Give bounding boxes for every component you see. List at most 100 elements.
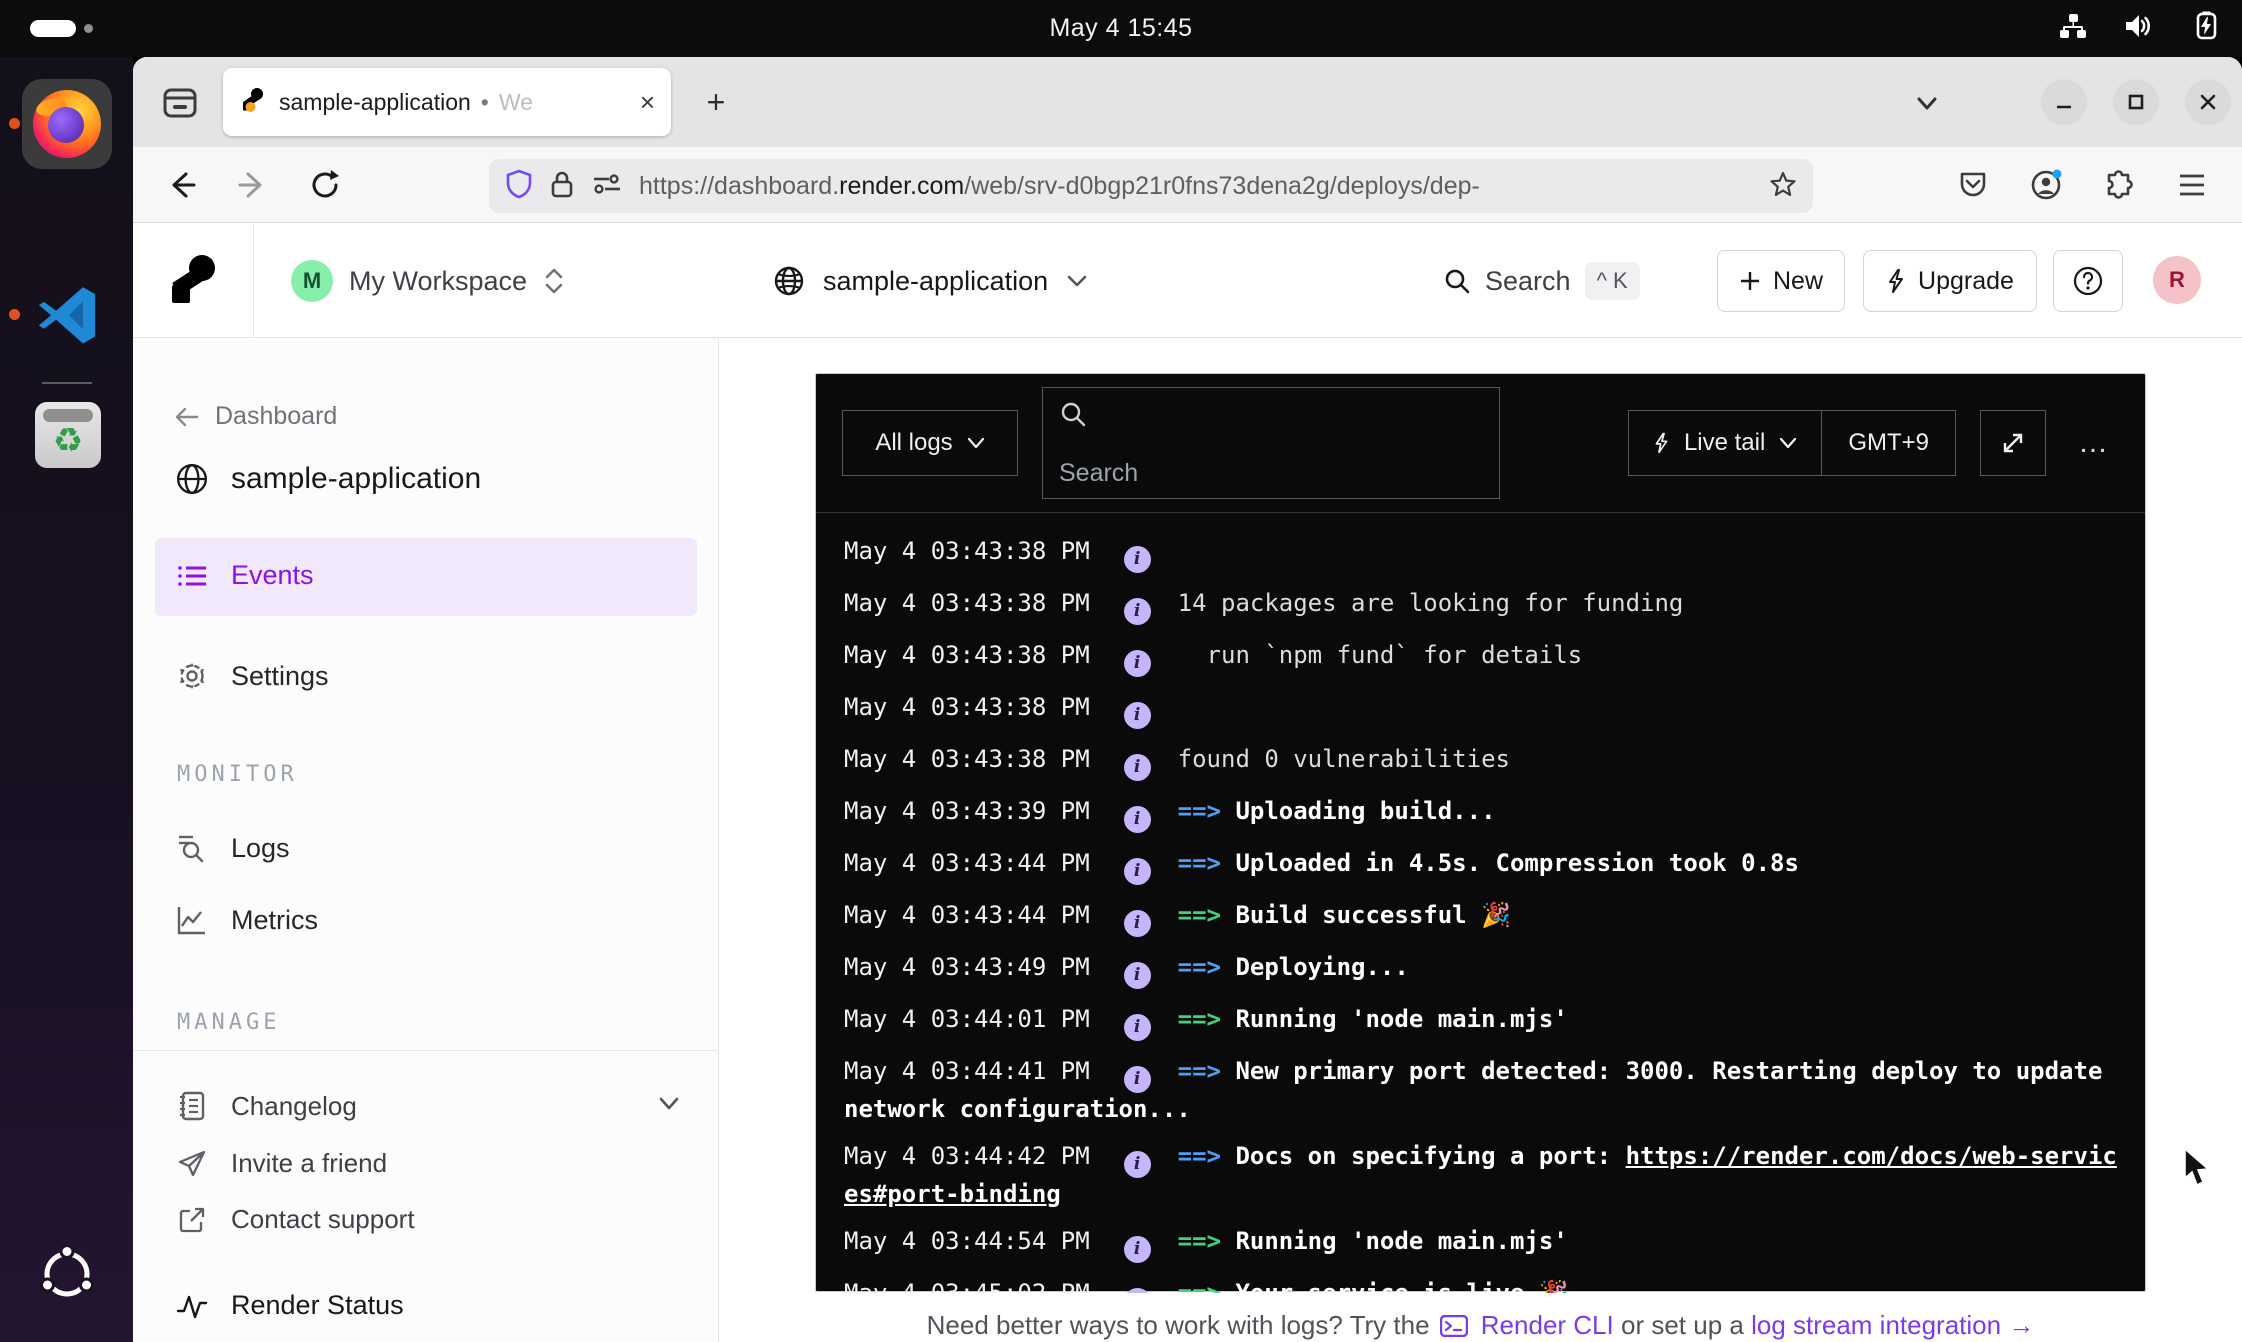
- log-arrow-prefix: ==>: [1178, 797, 1236, 825]
- browser-toolbar: https://dashboard.render.com/web/srv-d0b…: [133, 147, 2242, 223]
- global-search[interactable]: Search ^ K: [1443, 224, 1640, 338]
- chevron-down-icon: [1066, 274, 1088, 288]
- reload-button[interactable]: [301, 161, 349, 209]
- browser-tab[interactable]: sample-application • We ×: [223, 68, 671, 136]
- tab-bar: sample-application • We × +: [133, 57, 2242, 147]
- log-row: May 4 03:44:42 PMi==> Docs on specifying…: [844, 1140, 2117, 1211]
- log-message: Build successful 🎉: [1235, 901, 1511, 929]
- info-icon[interactable]: i: [1124, 910, 1151, 937]
- log-more-menu[interactable]: …: [2070, 426, 2119, 460]
- new-tab-button[interactable]: +: [693, 79, 739, 125]
- sidebar-back-dashboard[interactable]: Dashboard: [175, 402, 337, 431]
- info-icon[interactable]: i: [1124, 858, 1151, 885]
- sidebar-item-invite[interactable]: Invite a friend: [175, 1148, 387, 1179]
- info-icon[interactable]: i: [1124, 702, 1151, 729]
- sidebar-item-logs[interactable]: Logs: [175, 832, 290, 864]
- log-message: Running 'node main.mjs': [1235, 1227, 1567, 1255]
- trash-lid: [43, 409, 93, 422]
- events-list-icon: [175, 562, 209, 590]
- window-minimize-button[interactable]: [2041, 79, 2087, 125]
- window-maximize-button[interactable]: [2113, 79, 2159, 125]
- info-icon[interactable]: i: [1124, 650, 1151, 677]
- log-row: May 4 03:43:49 PMi==> Deploying...: [844, 951, 2117, 989]
- render-cli-link[interactable]: Render CLI: [1481, 1310, 1614, 1340]
- manage-section-label: MANAGE: [177, 1010, 280, 1035]
- log-panel: All logs Search Live tail GMT+9: [815, 373, 2146, 1292]
- new-button[interactable]: New: [1717, 250, 1845, 312]
- dock: ♻: [0, 57, 133, 1342]
- timezone-button[interactable]: GMT+9: [1821, 411, 1955, 475]
- changelog-chevron-icon[interactable]: [657, 1096, 681, 1117]
- cli-icon: [1440, 1313, 1468, 1342]
- search-shortcut-kbd: ^ K: [1585, 262, 1640, 300]
- url-bar[interactable]: https://dashboard.render.com/web/srv-d0b…: [489, 159, 1813, 213]
- logs-footer-hint: Need better ways to work with logs? Try …: [815, 1310, 2146, 1342]
- live-tail-button[interactable]: Live tail: [1629, 411, 1821, 475]
- trash-icon[interactable]: ♻: [35, 402, 101, 468]
- ubuntu-logo-icon[interactable]: [38, 1245, 96, 1303]
- shield-icon[interactable]: [505, 169, 533, 204]
- bolt-icon: [1886, 268, 1906, 294]
- log-filter-dropdown[interactable]: All logs: [842, 410, 1018, 476]
- info-icon[interactable]: i: [1124, 1236, 1151, 1263]
- tab-close-icon[interactable]: ×: [640, 89, 655, 115]
- info-icon[interactable]: i: [1124, 1014, 1151, 1041]
- sidebar: Dashboard sample-application Events Sett: [133, 338, 719, 1342]
- sidebar-item-events[interactable]: Events: [175, 560, 314, 591]
- info-icon[interactable]: i: [1124, 598, 1151, 625]
- extensions-icon[interactable]: [2095, 161, 2143, 209]
- log-stream-integration-link[interactable]: log stream integration →: [1751, 1310, 2034, 1340]
- bolt-icon: [1653, 431, 1670, 455]
- log-message: Docs on specifying a port:: [1235, 1142, 1625, 1170]
- expand-fullscreen-button[interactable]: [1980, 410, 2046, 476]
- sidebar-item-changelog[interactable]: Changelog: [175, 1090, 357, 1122]
- info-icon[interactable]: i: [1124, 962, 1151, 989]
- permissions-icon[interactable]: [591, 171, 621, 202]
- account-icon[interactable]: [2022, 161, 2070, 209]
- sidebar-item-metrics[interactable]: Metrics: [175, 904, 318, 936]
- info-icon[interactable]: i: [1124, 1288, 1151, 1293]
- info-icon[interactable]: i: [1124, 1066, 1151, 1093]
- workspace-selector[interactable]: M My Workspace: [291, 224, 565, 338]
- menu-hamburger-icon[interactable]: [2168, 161, 2216, 209]
- search-label: Search: [1485, 266, 1571, 297]
- firefox-view-icon[interactable]: [159, 82, 201, 124]
- render-logo[interactable]: [165, 252, 221, 308]
- status-pulse-icon: [175, 1291, 209, 1321]
- service-selector[interactable]: sample-application: [773, 224, 1088, 338]
- chevron-down-icon: [967, 437, 985, 449]
- help-button[interactable]: [2053, 250, 2123, 312]
- sidebar-item-contact-support[interactable]: Contact support: [175, 1204, 415, 1235]
- pocket-icon[interactable]: [1949, 161, 1997, 209]
- log-search-input[interactable]: Search: [1042, 387, 1500, 499]
- chevron-down-icon: [1779, 437, 1797, 449]
- tab-list-chevron-icon[interactable]: [1905, 81, 1949, 125]
- sidebar-service-name[interactable]: sample-application: [175, 460, 481, 498]
- log-message: Running 'node main.mjs': [1235, 1005, 1567, 1033]
- system-tray[interactable]: [2058, 0, 2224, 57]
- log-timestamp: May 4 03:43:38 PM: [844, 641, 1090, 669]
- window-close-button[interactable]: [2185, 79, 2231, 125]
- sidebar-item-render-status[interactable]: Render Status: [175, 1290, 404, 1321]
- firefox-dock-tile[interactable]: [22, 79, 112, 169]
- info-icon[interactable]: i: [1124, 754, 1151, 781]
- upgrade-button[interactable]: Upgrade: [1863, 250, 2037, 312]
- info-icon[interactable]: i: [1124, 806, 1151, 833]
- info-icon[interactable]: i: [1124, 546, 1151, 573]
- log-row: May 4 03:43:44 PMi==> Uploaded in 4.5s. …: [844, 847, 2117, 885]
- paper-plane-icon: [175, 1149, 209, 1179]
- info-icon[interactable]: i: [1124, 1151, 1151, 1178]
- log-timestamp: May 4 03:43:49 PM: [844, 953, 1090, 981]
- log-timestamp: May 4 03:44:42 PM: [844, 1142, 1090, 1170]
- back-button[interactable]: [157, 161, 205, 209]
- lock-icon[interactable]: [549, 169, 575, 204]
- search-icon: [1443, 267, 1471, 295]
- system-clock[interactable]: May 4 15:45: [0, 0, 2242, 57]
- user-avatar[interactable]: R: [2153, 256, 2201, 304]
- sidebar-item-settings[interactable]: Settings: [175, 660, 329, 692]
- bookmark-star-icon[interactable]: [1769, 170, 1797, 203]
- vscode-icon[interactable]: [35, 282, 99, 346]
- log-rows[interactable]: May 4 03:43:38 PMiMay 4 03:43:38 PMi14 p…: [816, 513, 2145, 1293]
- log-message: Uploading build...: [1235, 797, 1495, 825]
- forward-button[interactable]: [229, 161, 277, 209]
